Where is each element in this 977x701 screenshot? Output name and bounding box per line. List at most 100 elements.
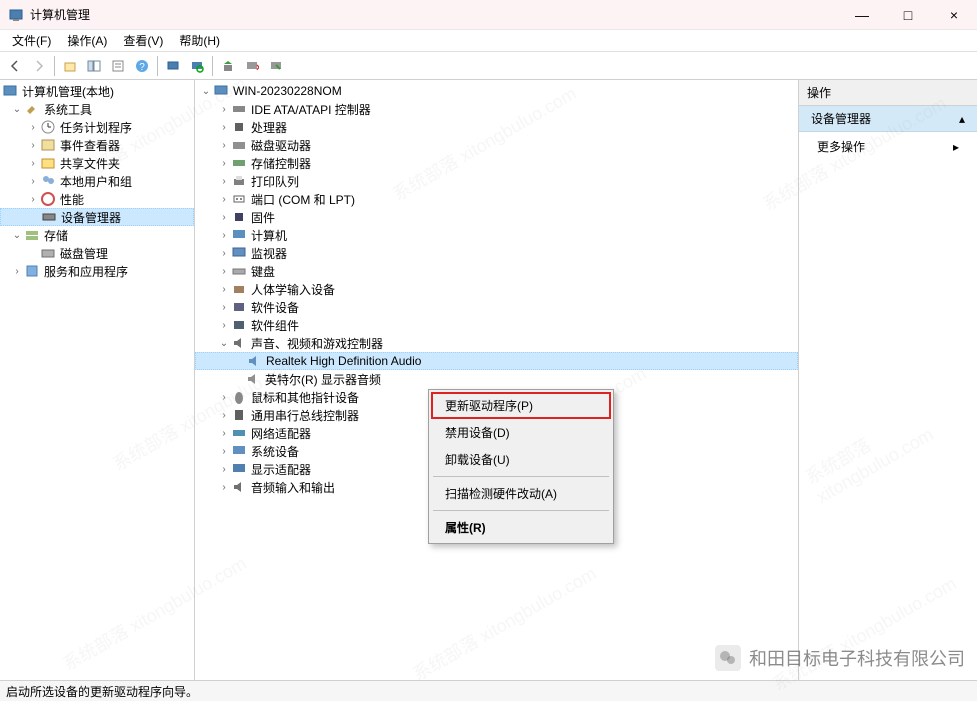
expand-icon[interactable]: › bbox=[217, 318, 231, 332]
device-computer[interactable]: ›计算机 bbox=[195, 226, 798, 244]
expand-icon[interactable]: › bbox=[217, 228, 231, 242]
expand-icon[interactable]: › bbox=[217, 138, 231, 152]
expand-icon[interactable]: › bbox=[217, 390, 231, 404]
update-driver-button[interactable] bbox=[217, 55, 239, 77]
tree-label: 通用串行总线控制器 bbox=[251, 407, 359, 424]
device-button[interactable] bbox=[162, 55, 184, 77]
disable-button[interactable] bbox=[265, 55, 287, 77]
ctx-uninstall-device[interactable]: 卸载设备(U) bbox=[431, 446, 611, 473]
navigation-tree[interactable]: 计算机管理(本地) ⌄ 系统工具 › 任务计划程序 › 事件查看器 › 共享文件… bbox=[0, 80, 195, 680]
menu-help[interactable]: 帮助(H) bbox=[171, 30, 228, 51]
ctx-disable-device[interactable]: 禁用设备(D) bbox=[431, 419, 611, 446]
expand-icon[interactable]: › bbox=[217, 462, 231, 476]
tree-label: 声音、视频和游戏控制器 bbox=[251, 335, 383, 352]
tree-performance[interactable]: › 性能 bbox=[0, 190, 194, 208]
forward-button[interactable] bbox=[28, 55, 50, 77]
up-button[interactable] bbox=[59, 55, 81, 77]
tree-storage[interactable]: ⌄ 存储 bbox=[0, 226, 194, 244]
toolbar: ? × bbox=[0, 52, 977, 80]
minimize-button[interactable]: — bbox=[839, 0, 885, 30]
expand-icon[interactable]: › bbox=[217, 120, 231, 134]
device-sound[interactable]: ⌄ 声音、视频和游戏控制器 bbox=[195, 334, 798, 352]
collapse-icon[interactable]: ⌄ bbox=[217, 336, 231, 350]
device-root[interactable]: ⌄ WIN-20230228NOM bbox=[195, 82, 798, 100]
expand-icon[interactable]: › bbox=[217, 480, 231, 494]
device-tree[interactable]: ⌄ WIN-20230228NOM ›IDE ATA/ATAPI 控制器 ›处理… bbox=[195, 80, 799, 680]
actions-section[interactable]: 设备管理器 ▴ bbox=[799, 106, 977, 132]
computer-mgmt-icon bbox=[2, 83, 18, 99]
expand-icon[interactable]: › bbox=[217, 444, 231, 458]
speaker-icon bbox=[231, 335, 247, 351]
expand-icon[interactable]: › bbox=[26, 120, 40, 134]
tree-event-viewer[interactable]: › 事件查看器 bbox=[0, 136, 194, 154]
collapse-icon[interactable]: ⌄ bbox=[10, 102, 24, 116]
expand-icon[interactable]: › bbox=[217, 300, 231, 314]
expand-icon[interactable]: › bbox=[217, 408, 231, 422]
back-button[interactable] bbox=[4, 55, 26, 77]
speaker-icon bbox=[245, 371, 261, 387]
menu-action[interactable]: 操作(A) bbox=[59, 30, 115, 51]
tree-label: 存储 bbox=[44, 227, 68, 244]
device-hid[interactable]: ›人体学输入设备 bbox=[195, 280, 798, 298]
device-sw-comp[interactable]: ›软件组件 bbox=[195, 316, 798, 334]
device-monitor[interactable]: ›监视器 bbox=[195, 244, 798, 262]
expand-icon[interactable]: › bbox=[217, 174, 231, 188]
titlebar: 计算机管理 — □ × bbox=[0, 0, 977, 30]
device-print[interactable]: ›打印队列 bbox=[195, 172, 798, 190]
wrench-icon bbox=[24, 101, 40, 117]
close-button[interactable]: × bbox=[931, 0, 977, 30]
expand-icon[interactable]: › bbox=[217, 102, 231, 116]
tree-task-scheduler[interactable]: › 任务计划程序 bbox=[0, 118, 194, 136]
brand-text: 和田目标电子科技有限公司 bbox=[749, 645, 965, 671]
expand-icon[interactable]: › bbox=[217, 426, 231, 440]
ctx-properties[interactable]: 属性(R) bbox=[431, 514, 611, 541]
tree-root[interactable]: 计算机管理(本地) bbox=[0, 82, 194, 100]
services-icon bbox=[24, 263, 40, 279]
ctx-update-driver[interactable]: 更新驱动程序(P) bbox=[431, 392, 611, 419]
device-cpu[interactable]: ›处理器 bbox=[195, 118, 798, 136]
svg-text:×: × bbox=[256, 62, 259, 73]
expand-icon[interactable]: › bbox=[217, 282, 231, 296]
show-hide-tree-button[interactable] bbox=[83, 55, 105, 77]
help-button[interactable]: ? bbox=[131, 55, 153, 77]
tree-services[interactable]: › 服务和应用程序 bbox=[0, 262, 194, 280]
expand-icon[interactable]: › bbox=[217, 246, 231, 260]
expand-icon[interactable]: › bbox=[217, 210, 231, 224]
port-icon bbox=[231, 191, 247, 207]
device-ide[interactable]: ›IDE ATA/ATAPI 控制器 bbox=[195, 100, 798, 118]
tree-disk-mgmt[interactable]: 磁盘管理 bbox=[0, 244, 194, 262]
menu-file[interactable]: 文件(F) bbox=[4, 30, 59, 51]
device-firmware[interactable]: ›固件 bbox=[195, 208, 798, 226]
expand-icon[interactable]: › bbox=[10, 264, 24, 278]
menu-view[interactable]: 查看(V) bbox=[115, 30, 171, 51]
scan-button[interactable] bbox=[186, 55, 208, 77]
expand-icon[interactable]: › bbox=[26, 138, 40, 152]
hid-icon bbox=[231, 281, 247, 297]
device-intel-audio[interactable]: 英特尔(R) 显示器音频 bbox=[195, 370, 798, 388]
link-label: 更多操作 bbox=[817, 138, 865, 155]
tree-device-manager[interactable]: 设备管理器 bbox=[0, 208, 194, 226]
expand-icon[interactable]: › bbox=[26, 156, 40, 170]
uninstall-button[interactable]: × bbox=[241, 55, 263, 77]
maximize-button[interactable]: □ bbox=[885, 0, 931, 30]
expand-icon[interactable]: › bbox=[217, 192, 231, 206]
collapse-icon[interactable]: ⌄ bbox=[10, 228, 24, 242]
tree-system-tools[interactable]: ⌄ 系统工具 bbox=[0, 100, 194, 118]
ctx-scan-hardware[interactable]: 扫描检测硬件改动(A) bbox=[431, 480, 611, 507]
device-realtek[interactable]: Realtek High Definition Audio bbox=[195, 352, 798, 370]
collapse-icon[interactable]: ⌄ bbox=[199, 84, 213, 98]
display-icon bbox=[231, 461, 247, 477]
device-ports[interactable]: ›端口 (COM 和 LPT) bbox=[195, 190, 798, 208]
device-disk[interactable]: ›磁盘驱动器 bbox=[195, 136, 798, 154]
expand-icon[interactable]: › bbox=[217, 156, 231, 170]
device-keyboard[interactable]: ›键盘 bbox=[195, 262, 798, 280]
expand-icon[interactable]: › bbox=[26, 174, 40, 188]
tree-shared-folders[interactable]: › 共享文件夹 bbox=[0, 154, 194, 172]
expand-icon[interactable]: › bbox=[217, 264, 231, 278]
expand-icon[interactable]: › bbox=[26, 192, 40, 206]
device-sw-dev[interactable]: ›软件设备 bbox=[195, 298, 798, 316]
device-storage-ctrl[interactable]: ›存储控制器 bbox=[195, 154, 798, 172]
tree-local-users[interactable]: › 本地用户和组 bbox=[0, 172, 194, 190]
more-actions-link[interactable]: 更多操作 ▸ bbox=[799, 132, 977, 161]
properties-button[interactable] bbox=[107, 55, 129, 77]
